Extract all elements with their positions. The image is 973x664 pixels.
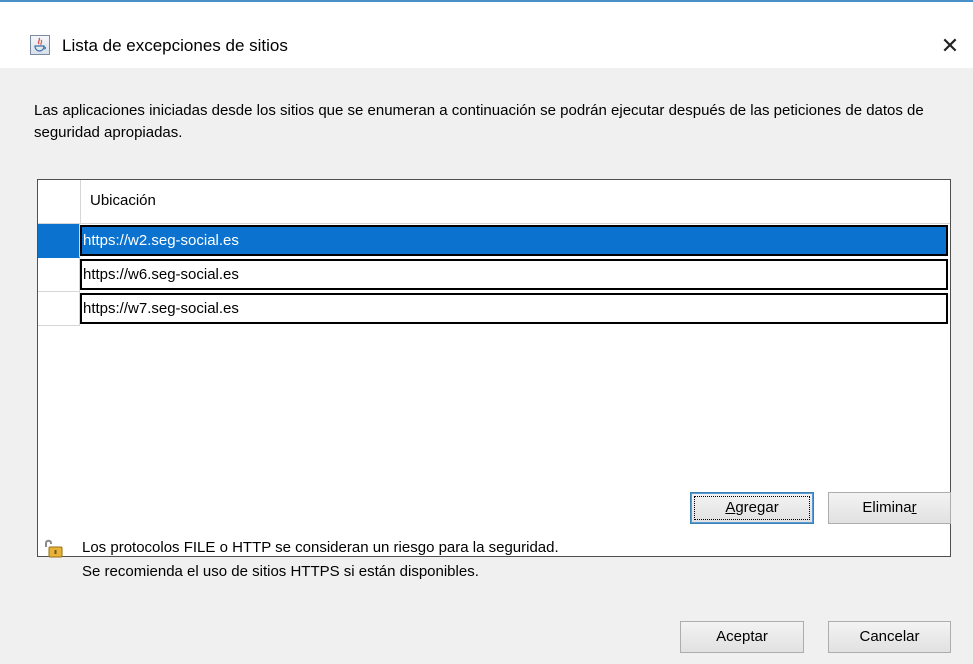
remove-button[interactable]: Eliminar xyxy=(828,492,951,524)
dialog-body: Las aplicaciones iniciadas desde los sit… xyxy=(0,68,973,664)
row-header[interactable] xyxy=(38,258,80,292)
table-header: Ubicación xyxy=(38,180,950,224)
cancel-button[interactable]: Cancelar xyxy=(828,621,951,653)
focus-indicator xyxy=(694,496,810,520)
table-row[interactable]: https://w7.seg-social.es xyxy=(38,292,950,326)
row-header[interactable] xyxy=(38,292,80,326)
column-header-location[interactable]: Ubicación xyxy=(90,192,156,209)
table-row[interactable]: https://w6.seg-social.es xyxy=(38,258,950,292)
close-button[interactable]: ✕ xyxy=(932,30,968,62)
title-bar[interactable]: Lista de excepciones de sitios ✕ xyxy=(0,2,973,68)
java-icon xyxy=(30,35,50,55)
warning-line-2: Se recomienda el uso de sitios HTTPS si … xyxy=(82,563,479,580)
warning-line-1: Los protocolos FILE o HTTP se consideran… xyxy=(82,539,559,556)
row-header-corner xyxy=(38,180,81,223)
row-header[interactable] xyxy=(38,224,80,258)
remove-button-label-prefix: Elimina xyxy=(862,499,912,516)
add-button[interactable]: Agregar xyxy=(690,492,814,524)
location-cell[interactable]: https://w7.seg-social.es xyxy=(80,293,948,324)
location-cell[interactable]: https://w6.seg-social.es xyxy=(80,259,948,290)
location-cell[interactable]: https://w2.seg-social.es xyxy=(80,225,948,256)
table-row[interactable]: https://w2.seg-social.es xyxy=(38,224,950,258)
ok-button[interactable]: Aceptar xyxy=(680,621,804,653)
padlock-icon xyxy=(42,538,64,558)
window-title: Lista de excepciones de sitios xyxy=(62,36,288,55)
description-text: Las aplicaciones iniciadas desde los sit… xyxy=(34,102,924,141)
security-warning: Los protocolos FILE o HTTP se consideran… xyxy=(82,536,559,584)
remove-button-mnemonic: r xyxy=(911,499,917,516)
